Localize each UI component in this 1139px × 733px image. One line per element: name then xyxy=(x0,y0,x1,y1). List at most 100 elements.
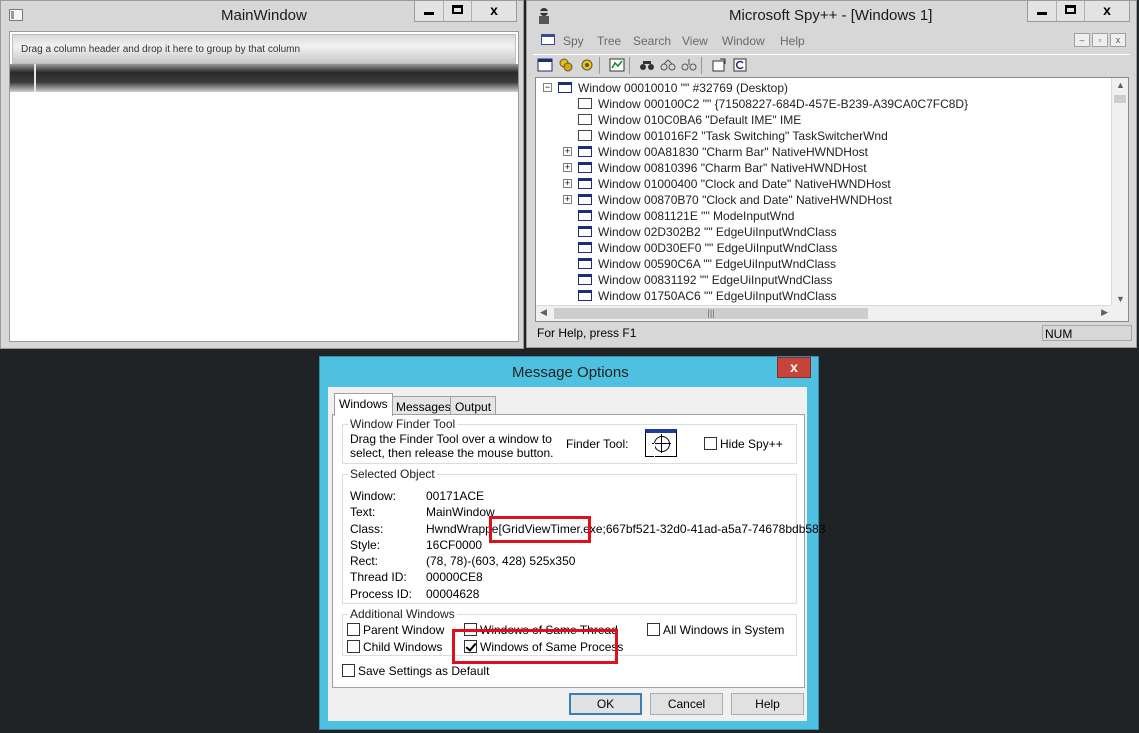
window-label: Window: xyxy=(350,489,397,503)
crosshair-line xyxy=(652,443,671,444)
menu-bar: Spy Tree Search View Window Help – ▫ x xyxy=(533,31,1130,53)
parent-window-checkbox[interactable] xyxy=(347,623,360,636)
close-button[interactable]: x xyxy=(471,1,516,21)
window-value: 00171ACE xyxy=(426,489,485,503)
highlight-box-class xyxy=(489,516,591,543)
toolbar-separator xyxy=(701,57,702,74)
tree-row-label: Window 001016F2 "Task Switching" TaskSwi… xyxy=(598,129,888,143)
find-next-icon[interactable] xyxy=(681,57,697,73)
window-node-icon xyxy=(578,146,592,157)
group-title: Window Finder Tool xyxy=(348,417,458,431)
group-title: Selected Object xyxy=(348,467,437,481)
processes-icon[interactable] xyxy=(558,57,574,73)
window-tree[interactable]: − Window 00010010 "" #32769 (Desktop) Wind… xyxy=(535,77,1129,322)
scroll-right-arrow[interactable]: ▶ xyxy=(1101,307,1108,318)
mdi-close-button[interactable]: x xyxy=(1110,33,1126,47)
messages-icon[interactable] xyxy=(609,57,625,73)
spy-titlebar[interactable]: Microsoft Spy++ - [Windows 1] x xyxy=(527,1,1136,31)
mdi-minimize-button[interactable]: – xyxy=(1074,33,1090,47)
tab-output[interactable]: Output xyxy=(450,396,497,416)
all-windows-checkbox[interactable] xyxy=(647,623,660,636)
close-icon: x xyxy=(490,2,498,18)
menu-spy[interactable]: Spy xyxy=(563,34,584,48)
scroll-down-arrow[interactable]: ▼ xyxy=(1116,294,1125,304)
toolbar xyxy=(533,54,1130,75)
refresh-icon[interactable] xyxy=(732,57,748,73)
cancel-button[interactable]: Cancel xyxy=(650,693,723,715)
dialog-titlebar[interactable]: Message Options x xyxy=(320,357,818,387)
mdi-restore-button[interactable]: ▫ xyxy=(1092,33,1108,47)
menu-search[interactable]: Search xyxy=(633,34,671,48)
process-id-label: Process ID: xyxy=(350,587,413,601)
threads-icon[interactable] xyxy=(579,57,595,73)
tree-row-label: Window 000100C2 "" {71508227-684D-457E-B… xyxy=(598,97,969,111)
hide-spy-checkbox[interactable] xyxy=(704,437,717,450)
expand-icon[interactable]: + xyxy=(563,163,572,172)
minimize-icon xyxy=(424,12,434,15)
close-button[interactable]: x xyxy=(1084,1,1129,21)
scroll-left-arrow[interactable]: ◀ xyxy=(540,307,547,318)
child-windows-checkbox[interactable] xyxy=(347,640,360,653)
ok-button[interactable]: OK xyxy=(569,693,642,715)
finder-tool-crosshair-icon[interactable] xyxy=(645,429,677,457)
scroll-up-arrow[interactable]: ▲ xyxy=(1116,80,1125,90)
scroll-thumb[interactable] xyxy=(1114,95,1126,103)
menu-window[interactable]: Window xyxy=(722,34,765,48)
dialog-close-button[interactable]: x xyxy=(777,357,811,378)
find-icon[interactable] xyxy=(660,57,676,73)
window-node-icon xyxy=(578,114,592,125)
window-node-icon xyxy=(578,258,592,269)
group-by-panel[interactable]: Drag a column header and drop it here to… xyxy=(12,34,516,64)
tab-windows[interactable]: Windows xyxy=(334,393,393,416)
menu-tree[interactable]: Tree xyxy=(597,34,621,48)
mdi-system-menu-icon[interactable] xyxy=(541,34,555,45)
hscroll-thumb[interactable]: ||| xyxy=(554,308,868,319)
window-node-icon xyxy=(578,226,592,237)
text-label: Text: xyxy=(350,505,376,519)
save-settings-label: Save Settings as Default xyxy=(358,664,490,678)
window-title: MainWindow xyxy=(221,7,307,24)
tree-row-label: Window 02D302B2 "" EdgeUiInputWndClass xyxy=(598,225,837,239)
maximize-button[interactable] xyxy=(443,1,471,21)
expand-icon[interactable]: + xyxy=(563,147,572,156)
collapse-icon[interactable]: − xyxy=(543,83,552,92)
finder-description-line2: select, then release the mouse button. xyxy=(350,446,554,460)
group-hint-text: Drag a column header and drop it here to… xyxy=(21,44,301,55)
tab-messages[interactable]: Messages xyxy=(391,396,456,416)
tab-output-label: Output xyxy=(455,400,492,414)
help-button[interactable]: Help xyxy=(731,693,804,715)
window-app-icon xyxy=(9,9,23,21)
menu-view[interactable]: View xyxy=(682,34,708,48)
window-node-icon xyxy=(578,210,592,221)
main-window-titlebar[interactable]: MainWindow x xyxy=(1,1,523,31)
highlight-box-same-process xyxy=(452,629,618,664)
expand-icon[interactable]: + xyxy=(563,195,572,204)
minimize-button[interactable] xyxy=(1028,1,1056,21)
properties-icon[interactable] xyxy=(711,57,727,73)
hide-spy-label: Hide Spy++ xyxy=(720,437,783,451)
tree-row-label: Window 00A81830 "Charm Bar" NativeHWNDHo… xyxy=(598,145,868,159)
dialog-title: Message Options xyxy=(512,364,629,381)
caption-buttons: x xyxy=(414,1,517,22)
maximize-button[interactable] xyxy=(1056,1,1084,21)
status-bar: For Help, press F1 NUM xyxy=(535,323,1132,342)
horizontal-scrollbar[interactable]: ◀ ||| ▶ xyxy=(536,305,1112,321)
toolbar-separator xyxy=(599,57,600,74)
find-window-icon[interactable] xyxy=(639,57,655,73)
tree-row-label: Window 00810396 "Charm Bar" NativeHWNDHo… xyxy=(598,161,867,175)
maximize-icon xyxy=(1065,5,1076,14)
window-node-icon xyxy=(578,242,592,253)
parent-window-label: Parent Window xyxy=(363,623,445,637)
window-node-icon xyxy=(578,130,592,141)
menu-help[interactable]: Help xyxy=(780,34,805,48)
windows-icon[interactable] xyxy=(537,57,553,73)
spy-window: Microsoft Spy++ - [Windows 1] x Spy Tree… xyxy=(526,0,1137,348)
expand-icon[interactable]: + xyxy=(563,179,572,188)
save-settings-checkbox[interactable] xyxy=(342,664,355,677)
toolbar-separator xyxy=(629,57,630,74)
spy-app-icon xyxy=(539,8,549,24)
minimize-button[interactable] xyxy=(415,1,443,21)
grid-column-header[interactable] xyxy=(10,64,518,92)
vertical-scrollbar[interactable]: ▲ ▼ xyxy=(1111,78,1128,306)
thread-id-value: 00000CE8 xyxy=(426,570,483,584)
